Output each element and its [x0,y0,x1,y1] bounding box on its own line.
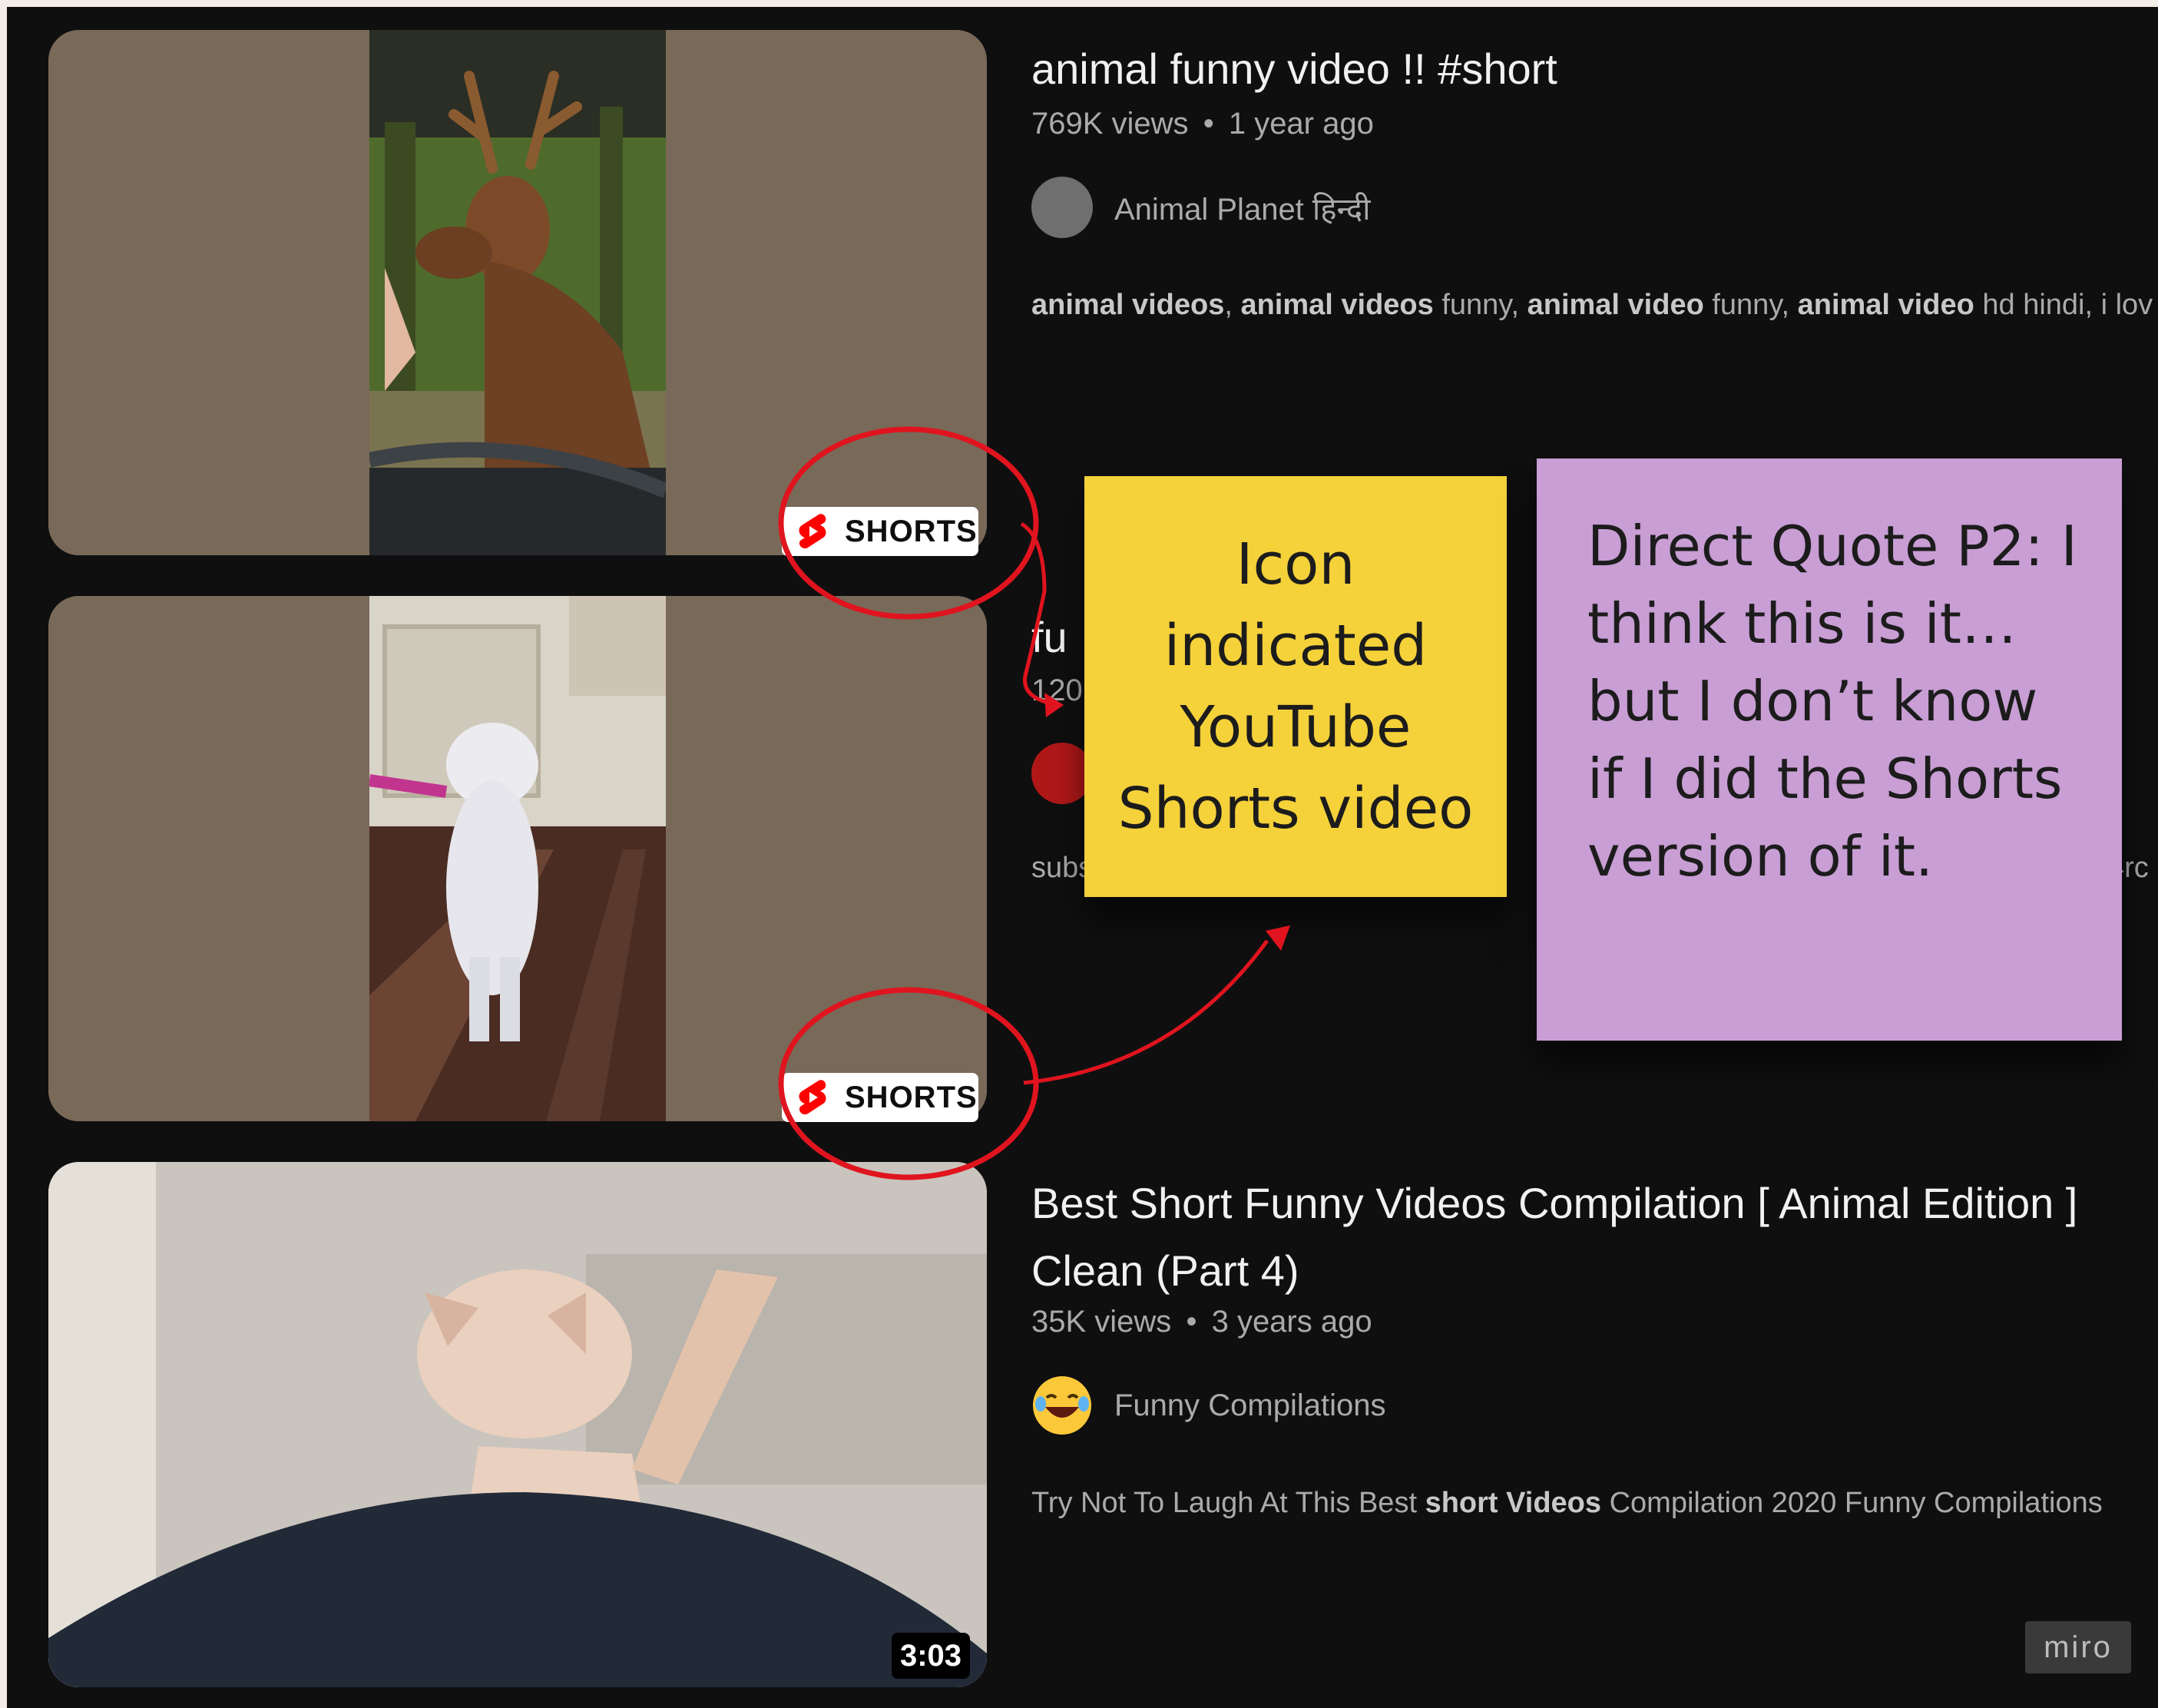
video-3-duration: 3:03 [892,1633,970,1679]
description-part: funny, [1433,289,1527,321]
video-3-title-line-1[interactable]: Best Short Funny Videos Compilation [ An… [1031,1170,2077,1237]
shorts-logo-icon [799,1080,826,1115]
video-1-age: 1 year ago [1228,107,1374,141]
video-3-views: 35K views [1031,1305,1172,1339]
meta-separator: • [1186,1305,1197,1339]
video-1-views: 769K views [1031,107,1189,141]
description-part: animal video [1527,289,1704,321]
description-part: hd hindi, i lov [1974,289,2153,321]
miro-board: SHORTS animal funny video !! #short 769K… [7,7,2158,1708]
shorts-badge-2: SHORTS [782,1073,978,1122]
video-2-title-partial[interactable]: fu [1031,604,1067,671]
video-3-channel-name[interactable]: Funny Compilations [1114,1389,1386,1423]
video-1-channel[interactable]: Animal Planet हिन्दी [1031,177,1370,238]
shorts-logo-icon [799,514,826,549]
channel-avatar[interactable] [1031,743,1093,804]
video-3-thumbnail[interactable] [48,1162,987,1687]
sticky-note-yellow[interactable]: Icon indicated YouTube Shorts video [1084,476,1507,897]
video-3-title[interactable]: Best Short Funny Videos Compilation [ An… [1031,1170,2077,1305]
kitten-image [48,1162,987,1687]
video-3-age: 3 years ago [1211,1305,1372,1339]
sticky-note-purple[interactable]: Direct Quote P2: I think this is it…but … [1537,458,2122,1041]
shorts-badge-1: SHORTS [782,507,978,556]
cat-standing-image [369,596,666,1121]
miro-watermark: miro [2025,1621,2131,1673]
video-3-description: Try Not To Laugh At This Best short Vide… [1031,1487,2103,1520]
description-part: Compilation 2020 Funny Compilations [1601,1487,2103,1519]
description-part: animal video [1797,289,1974,321]
channel-avatar[interactable] [1031,177,1093,238]
video-1-thumbnail[interactable] [48,30,987,555]
video-1-meta: 769K views • 1 year ago [1031,107,1374,141]
video-3-channel[interactable]: Funny Compilations [1031,1375,1386,1436]
shorts-badge-label: SHORTS [845,514,978,548]
video-3-title-line-2[interactable]: Clean (Part 4) [1031,1237,2077,1305]
video-1-title[interactable]: animal funny video !! #short [1031,35,1557,103]
shorts-badge-label: SHORTS [845,1080,978,1114]
video-3-meta: 35K views • 3 years ago [1031,1305,1372,1339]
video-1-channel-name[interactable]: Animal Planet हिन्दी [1114,187,1370,229]
thumbnail-pillar-left [48,596,369,1121]
laughing-emoji-icon[interactable] [1031,1375,1093,1436]
thumbnail-pillar-left [48,30,369,555]
deer-image [369,30,666,555]
thumbnail-pillar-right [666,30,987,555]
description-part: , [1224,289,1241,321]
thumbnail-pillar-right [666,596,987,1121]
description-part: animal videos [1031,289,1225,321]
video-2-thumbnail[interactable] [48,596,987,1121]
description-part: short Videos [1425,1487,1602,1519]
description-part: funny, [1703,289,1798,321]
video-2-views-partial: 120 [1031,674,1083,707]
video-1-description: animal videos, animal videos funny, anim… [1031,289,2153,322]
description-part: Try Not To Laugh At This Best [1031,1487,1425,1519]
meta-separator: • [1203,107,1214,141]
description-part: animal videos [1240,289,1434,321]
